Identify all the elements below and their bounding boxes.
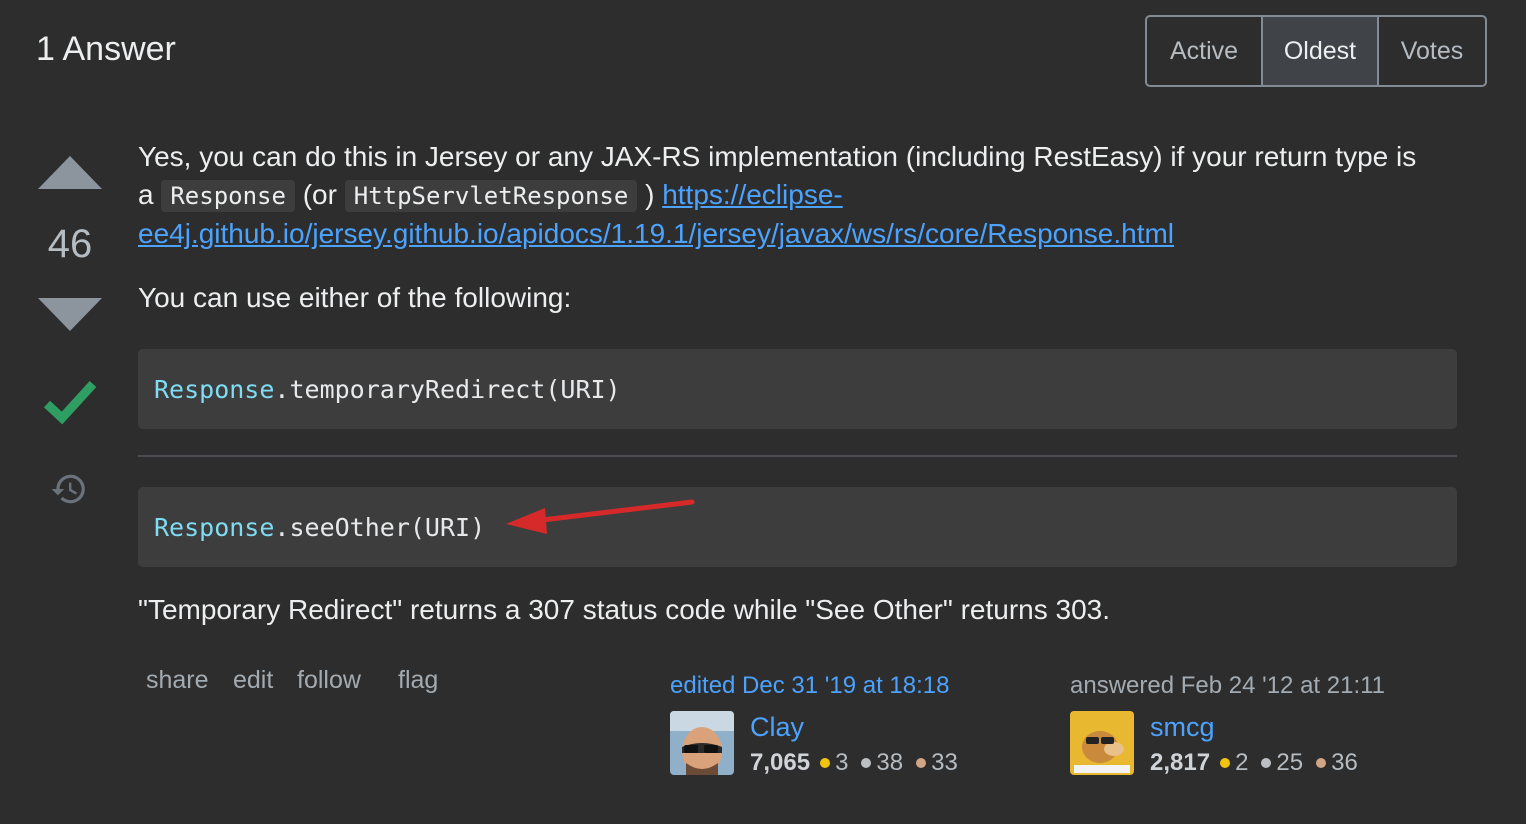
gold-badge-count: 2: [1235, 749, 1249, 776]
code-block-see-other: Response .seeOther(URI): [138, 487, 1457, 567]
silver-badge-icon: [1261, 758, 1272, 768]
follow-link[interactable]: follow: [297, 666, 361, 695]
editor-reputation: 7,065 3 38 33: [750, 749, 971, 777]
silver-badge-count: 38: [876, 749, 904, 776]
sort-oldest-button[interactable]: Oldest: [1261, 17, 1379, 85]
inline-code-response: Response: [161, 180, 295, 212]
code-class-name: Response: [154, 374, 275, 404]
share-link[interactable]: share: [146, 666, 209, 695]
answered-timestamp: answered Feb 24 '12 at 21:11: [1070, 672, 1386, 699]
gold-badge-icon: [1220, 758, 1231, 768]
downvote-arrow-icon[interactable]: [38, 298, 102, 331]
annotation-arrow-icon: [500, 490, 700, 545]
code-class-name: Response: [154, 512, 275, 542]
divider: [138, 455, 1457, 457]
avatar[interactable]: [1070, 711, 1134, 775]
author-reputation: 2,817 2 25 36: [1150, 749, 1371, 777]
bronze-badge-icon: [916, 758, 927, 768]
code-method: .temporaryRedirect(URI): [274, 374, 621, 404]
gold-badge-icon: [820, 758, 831, 768]
gold-badge-count: 3: [835, 749, 849, 776]
answer-paragraph-3: "Temporary Redirect" returns a 307 statu…: [138, 594, 1111, 625]
inline-code-httpservletresponse: HttpServletResponse: [344, 180, 638, 212]
silver-badge-count: 25: [1276, 749, 1304, 776]
vote-count: 46: [47, 222, 93, 266]
edit-link[interactable]: edit: [233, 666, 273, 695]
upvote-arrow-icon[interactable]: [38, 156, 102, 189]
flag-link[interactable]: flag: [398, 666, 438, 695]
sort-votes-button[interactable]: Votes: [1379, 17, 1485, 85]
history-icon[interactable]: [50, 470, 88, 513]
reputation-score: 2,817: [1150, 749, 1211, 776]
editor-name-link[interactable]: Clay: [750, 712, 804, 743]
author-name-link[interactable]: smcg: [1150, 712, 1215, 743]
accepted-check-icon: [43, 378, 97, 433]
silver-badge-icon: [861, 758, 872, 768]
paragraph-text: ): [645, 179, 655, 210]
bronze-badge-icon: [1316, 758, 1327, 768]
sort-active-button[interactable]: Active: [1147, 17, 1261, 85]
reputation-score: 7,065: [750, 749, 811, 776]
avatar[interactable]: [670, 711, 734, 775]
answer-paragraph-2: You can use either of the following:: [138, 282, 572, 313]
code-method: .seeOther(URI): [274, 512, 486, 542]
answer-paragraph-1: Yes, you can do this in Jersey or any JA…: [138, 138, 1438, 253]
edited-timestamp-link[interactable]: edited Dec 31 '19 at 18:18: [670, 672, 949, 700]
answers-heading: 1 Answer: [36, 30, 176, 68]
bronze-badge-count: 33: [931, 749, 958, 776]
bronze-badge-count: 36: [1331, 749, 1358, 776]
paragraph-text: (or: [302, 179, 337, 210]
code-block-temporary-redirect: Response .temporaryRedirect(URI): [138, 349, 1457, 429]
sort-tabs: Active Oldest Votes: [1145, 15, 1487, 87]
